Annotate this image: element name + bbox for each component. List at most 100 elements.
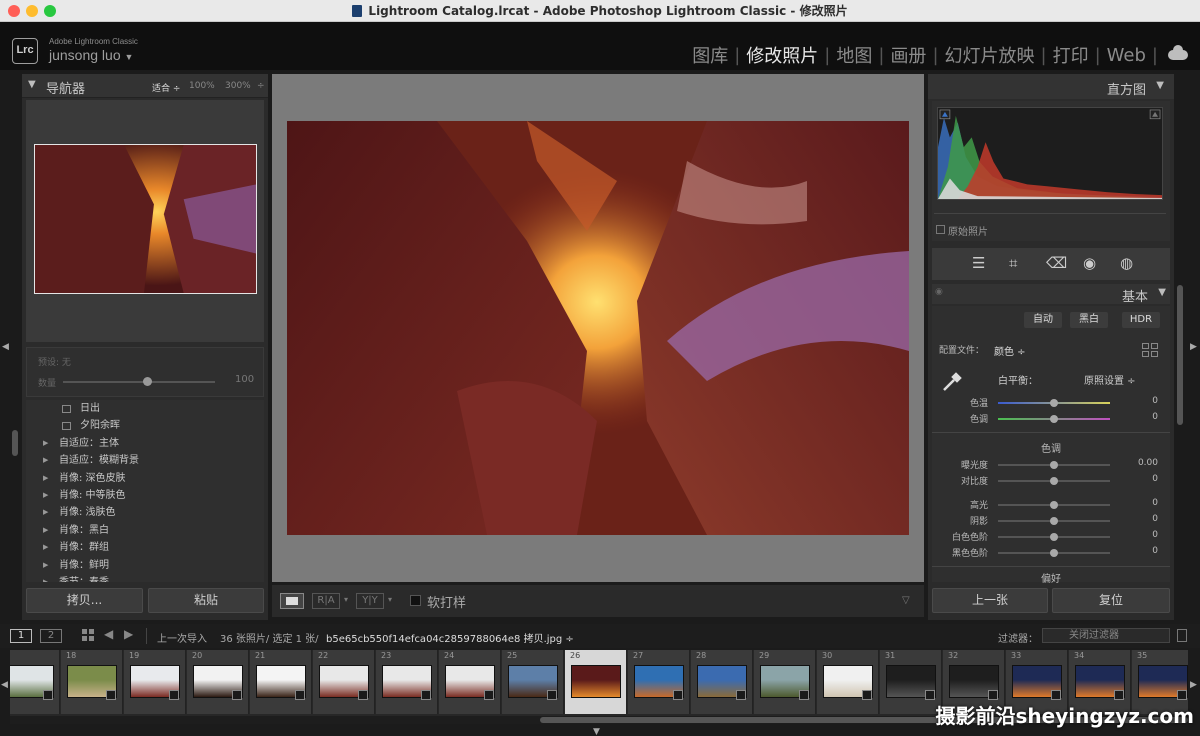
source-label[interactable]: 上一次导入 [157,630,207,645]
slider-value[interactable]: 0 [1118,514,1158,524]
slider-knob[interactable] [1050,533,1058,541]
file-name[interactable]: b5e65cb550f14efca04c2859788064e8 拷贝.jpg … [326,630,574,645]
back-arrow-icon[interactable]: ◀ [104,627,113,641]
left-scroll-handle[interactable] [12,430,18,456]
slider-knob[interactable] [1050,517,1058,525]
reset-button[interactable]: 复位 [1052,588,1170,613]
preset-group[interactable]: ▶ 肖像：黑白 [26,522,264,539]
preset-group[interactable]: ▶ 肖像：鲜明 [26,557,264,574]
preset-group[interactable]: ▶ 肖像：群组 [26,539,264,556]
paste-settings-button[interactable]: 粘贴 [148,588,264,613]
zoom-window-button[interactable] [44,5,56,17]
zoom-more[interactable]: ÷ [257,81,265,91]
preset-group[interactable]: ▶ 肖像: 深色皮肤 [26,470,264,487]
preset-item[interactable]: 日出 [26,400,264,417]
preset-group[interactable]: ▶ 季节：春季 [26,574,264,582]
filmstrip-cell[interactable] [10,650,60,714]
amount-slider-track[interactable] [63,381,215,383]
hdr-button[interactable]: HDR [1122,312,1160,328]
left-panel-toggle[interactable]: ◀ [2,342,9,352]
filmstrip-cell[interactable]: 18 [61,650,123,714]
right-panel-toggle[interactable]: ▶ [1190,342,1197,352]
slider-value[interactable]: 0 [1118,396,1158,406]
loupe-view-button[interactable] [280,593,304,609]
slider-knob[interactable] [1050,477,1058,485]
navigator-header[interactable]: ▼ 导航器 适合 ÷ 100% 300% ÷ [22,74,268,98]
filmstrip-cell[interactable]: 23 [376,650,438,714]
profile-browser-grid-icon[interactable] [1142,343,1158,357]
filmstrip-left-arrow-icon[interactable]: ◀ [1,680,8,690]
preset-item[interactable]: 夕阳余晖 [26,417,264,434]
sliders-icon[interactable]: ☰ [972,254,985,272]
filmstrip-right-arrow-icon[interactable]: ▶ [1190,680,1197,690]
right-scroll-handle[interactable] [1177,285,1183,425]
slider-value[interactable]: 0 [1118,498,1158,508]
filter-lock-icon[interactable] [1177,629,1187,642]
chevron-down-icon[interactable]: ▾ [388,595,392,604]
preset-group[interactable]: ▶ 肖像: 浅肤色 [26,504,264,521]
zoom-fit[interactable]: 适合 ÷ [152,81,180,94]
grid-view-icon[interactable] [82,629,95,642]
original-photo-checkbox[interactable] [936,225,945,234]
filmstrip-cell[interactable]: 26 [565,650,627,714]
filmstrip-cell[interactable]: 22 [313,650,375,714]
toolbar-menu-chevron-icon[interactable]: ▽ [902,595,910,606]
slider-value[interactable]: 0 [1118,474,1158,484]
preset-group[interactable]: ▶ 肖像: 中等肤色 [26,487,264,504]
slider-value[interactable]: 0 [1118,530,1158,540]
user-name[interactable]: junsong luo ▼ [49,47,133,63]
preset-group[interactable]: ▶ 自适应：模糊背景 [26,452,264,469]
auto-button[interactable]: 自动 [1024,312,1062,328]
module-tab[interactable]: 地图 [836,42,872,68]
soft-proof-checkbox[interactable] [410,595,421,606]
redeye-icon[interactable]: ◉ [1083,254,1096,272]
filmstrip-cell[interactable]: 29 [754,650,816,714]
black-white-button[interactable]: 黑白 [1070,312,1108,328]
filmstrip-cell[interactable]: 27 [628,650,690,714]
slider-knob[interactable] [1050,461,1058,469]
copy-settings-button[interactable]: 拷贝... [26,588,143,613]
slider-knob[interactable] [1050,415,1058,423]
zoom-300[interactable]: 300% [225,81,251,91]
filter-select[interactable]: 关闭过滤器 [1042,628,1170,643]
eyedropper-icon[interactable] [940,368,966,394]
before-after-lr-button[interactable]: R|A [312,593,340,609]
module-tab[interactable]: 打印 [1053,42,1089,68]
filmstrip-cell[interactable]: 31 [880,650,942,714]
minimize-window-button[interactable] [26,5,38,17]
filmstrip-cell[interactable]: 19 [124,650,186,714]
white-balance-select[interactable]: 原照设置 ÷ [1084,372,1136,387]
filmstrip-cell[interactable]: 28 [691,650,753,714]
module-tab[interactable]: 幻灯片放映 [945,42,1035,68]
forward-arrow-icon[interactable]: ▶ [124,627,133,641]
mask-icon[interactable]: ◍ [1120,254,1133,272]
preset-group[interactable]: ▶ 自适应：主体 [26,435,264,452]
slider-value[interactable]: 0 [1118,412,1158,422]
zoom-100[interactable]: 100% [189,81,215,91]
filmstrip-cell[interactable]: 21 [250,650,312,714]
main-photo[interactable] [287,121,909,535]
bottom-panel-toggle[interactable]: ▼ [593,727,600,736]
amount-slider-knob[interactable] [142,377,152,386]
slider-value[interactable]: 0 [1118,546,1158,556]
slider-knob[interactable] [1050,501,1058,509]
histogram-header[interactable]: 直方图 ▼ [928,74,1174,99]
basic-header[interactable]: ◉ 基本 ▼ [932,284,1170,305]
module-tab[interactable]: 图库 [692,42,728,68]
profile-select[interactable]: 颜色 ÷ [994,343,1026,358]
previous-settings-button[interactable]: 上一张 [932,588,1048,613]
module-tab[interactable]: Web [1107,45,1146,66]
module-tab[interactable]: 画册 [890,42,926,68]
primary-window-button[interactable]: 1 [10,629,32,643]
histogram-chart[interactable] [937,107,1163,200]
module-tab[interactable]: 修改照片 [746,42,818,68]
filmstrip-cell[interactable]: 30 [817,650,879,714]
filmstrip-cell[interactable]: 25 [502,650,564,714]
close-window-button[interactable] [8,5,20,17]
eraser-icon[interactable]: ⌫ [1046,254,1067,272]
crop-icon[interactable]: ⌗ [1009,254,1017,272]
before-after-tb-button[interactable]: Y|Y [356,593,384,609]
secondary-window-button[interactable]: 2 [40,629,62,643]
chevron-down-icon[interactable]: ▾ [344,595,348,604]
slider-knob[interactable] [1050,549,1058,557]
